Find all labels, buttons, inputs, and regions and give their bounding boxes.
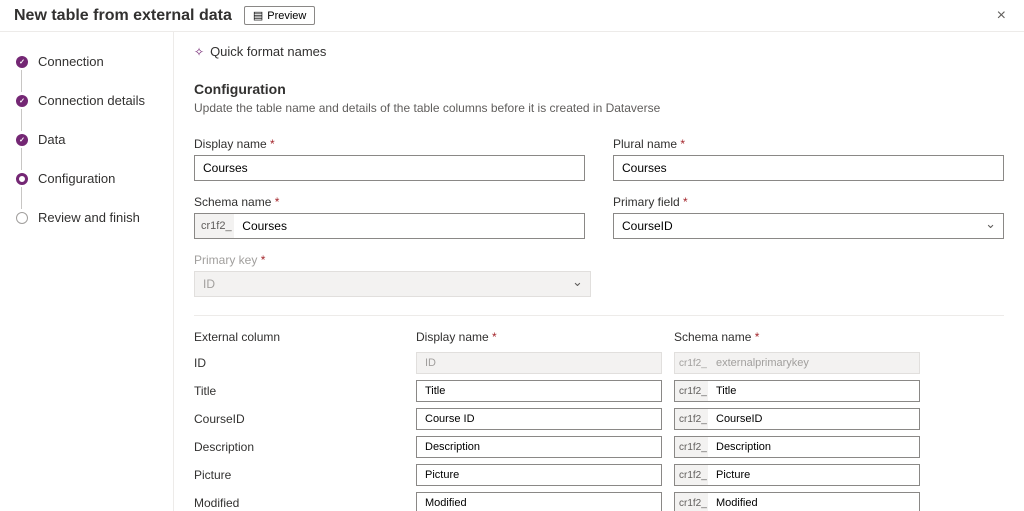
- preview-icon: ▤: [253, 9, 263, 22]
- current-step-icon: [16, 173, 28, 185]
- column-display-name-input[interactable]: [416, 408, 662, 430]
- primary-field-label: Primary field *: [613, 195, 1004, 209]
- column-display-name-input: [416, 352, 662, 374]
- column-display-name-input[interactable]: [416, 380, 662, 402]
- quick-format-names[interactable]: ✧ Quick format names: [194, 44, 1004, 59]
- table-row: Modified cr1f2_: [194, 492, 1004, 511]
- plural-name-label: Plural name *: [613, 137, 1004, 151]
- check-icon: [16, 134, 28, 146]
- columns-header: External column Display name * Schema na…: [194, 330, 1004, 344]
- step-review-finish[interactable]: Review and finish: [16, 210, 173, 225]
- external-column-name: Picture: [194, 468, 404, 482]
- wizard-sidebar: Connection Connection details Data Confi…: [0, 32, 174, 511]
- col-display-header: Display name *: [416, 330, 662, 344]
- display-name-input[interactable]: [194, 155, 585, 181]
- external-column-name: Description: [194, 440, 404, 454]
- schema-prefix: cr1f2_: [674, 492, 708, 511]
- external-column-name: ID: [194, 356, 404, 370]
- primary-field-select[interactable]: [613, 213, 1004, 239]
- column-schema-name-input[interactable]: [708, 408, 920, 430]
- column-schema-name-input[interactable]: [708, 380, 920, 402]
- schema-prefix: cr1f2_: [674, 436, 708, 458]
- table-row: ID cr1f2_: [194, 352, 1004, 374]
- step-data[interactable]: Data: [16, 132, 173, 147]
- schema-prefix: cr1f2_: [674, 464, 708, 486]
- column-display-name-input[interactable]: [416, 464, 662, 486]
- table-row: Picture cr1f2_: [194, 464, 1004, 486]
- close-icon[interactable]: ×: [993, 3, 1010, 29]
- preview-button[interactable]: ▤ Preview: [244, 6, 316, 25]
- schema-name-input[interactable]: [234, 213, 585, 239]
- schema-prefix: cr1f2_: [674, 408, 708, 430]
- future-step-icon: [16, 212, 28, 224]
- primary-key-label: Primary key *: [194, 253, 591, 267]
- col-schema-header: Schema name *: [674, 330, 920, 344]
- external-column-name: Title: [194, 384, 404, 398]
- step-label: Connection: [38, 54, 104, 69]
- wand-icon: ✧: [194, 45, 204, 59]
- page-title: New table from external data: [14, 7, 232, 25]
- columns-list: IDcr1f2_Titlecr1f2_CourseIDcr1f2_Descrip…: [194, 352, 1004, 511]
- check-icon: [16, 95, 28, 107]
- schema-name-label: Schema name *: [194, 195, 585, 209]
- column-schema-name-input[interactable]: [708, 492, 920, 511]
- header: New table from external data ▤ Preview ×: [0, 0, 1024, 32]
- col-external-header: External column: [194, 330, 404, 344]
- step-connection[interactable]: Connection: [16, 54, 173, 69]
- divider: [194, 315, 1004, 316]
- external-column-name: CourseID: [194, 412, 404, 426]
- quick-format-label: Quick format names: [210, 44, 326, 59]
- column-schema-name-input[interactable]: [708, 464, 920, 486]
- external-column-name: Modified: [194, 496, 404, 510]
- step-connection-details[interactable]: Connection details: [16, 93, 173, 108]
- section-subtitle: Update the table name and details of the…: [194, 101, 1004, 115]
- display-name-label: Display name *: [194, 137, 585, 151]
- plural-name-input[interactable]: [613, 155, 1004, 181]
- schema-prefix: cr1f2_: [194, 213, 234, 239]
- column-schema-name-input: [708, 352, 920, 374]
- column-display-name-input[interactable]: [416, 492, 662, 511]
- table-row: Description cr1f2_: [194, 436, 1004, 458]
- step-configuration[interactable]: Configuration: [16, 171, 173, 186]
- check-icon: [16, 56, 28, 68]
- step-label: Review and finish: [38, 210, 140, 225]
- table-row: Title cr1f2_: [194, 380, 1004, 402]
- table-row: CourseID cr1f2_: [194, 408, 1004, 430]
- step-label: Configuration: [38, 171, 115, 186]
- section-title: Configuration: [194, 81, 1004, 97]
- preview-label: Preview: [267, 10, 306, 22]
- step-label: Data: [38, 132, 65, 147]
- column-display-name-input[interactable]: [416, 436, 662, 458]
- primary-key-select: [194, 271, 591, 297]
- column-schema-name-input[interactable]: [708, 436, 920, 458]
- step-label: Connection details: [38, 93, 145, 108]
- schema-prefix: cr1f2_: [674, 380, 708, 402]
- schema-prefix: cr1f2_: [674, 352, 708, 374]
- content-area: ✧ Quick format names Configuration Updat…: [174, 32, 1024, 511]
